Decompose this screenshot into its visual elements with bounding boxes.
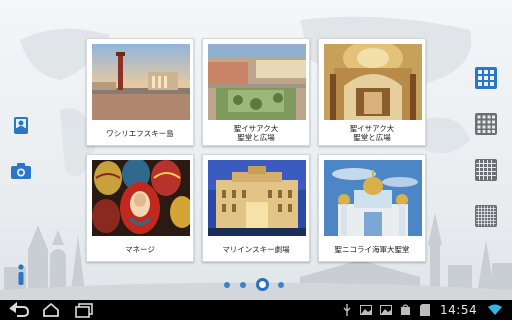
card-caption: 聖ニコライ海軍大聖堂 [334,244,410,254]
back-icon [9,301,30,317]
page-indicator [222,278,292,292]
wifi-icon [488,304,502,315]
page-dot-current[interactable] [256,278,269,291]
page-dot[interactable] [224,282,230,288]
photo-card[interactable]: 聖ニコライ海軍大聖堂 [318,154,426,262]
photo-card[interactable]: マネージ [86,154,194,262]
card-caption: マネージ [125,244,155,254]
clock: 14:54 [440,303,478,317]
square-aerial-photo [208,44,306,120]
usb-icon [343,304,351,316]
back-button[interactable] [8,301,30,318]
photo-card[interactable]: 聖イサアク大 聖堂と広場 [318,38,426,146]
image-icon [360,305,372,315]
photo-card[interactable]: 聖イサアク大 聖堂と広場 [202,38,310,146]
image-icon [380,305,392,315]
photo-card[interactable]: マリインスキー劇場 [202,154,310,262]
home-icon [43,302,59,317]
photo-album-button[interactable] [8,112,34,138]
grid-4x4-icon [475,159,497,181]
status-icons [342,304,434,316]
layout-5x5-button[interactable] [474,204,498,228]
card-caption: ワシリエフスキー島 [106,128,174,138]
theatre-night-photo [208,160,306,236]
photo-card[interactable]: ワシリエフスキー島 [86,38,194,146]
home-button[interactable] [42,302,60,318]
layout-4x4-button[interactable] [474,158,498,182]
grid-3x3-icon [475,113,497,135]
grid-2x2-icon [475,67,497,89]
card-caption: 聖イサアク大 聖堂と広場 [233,124,279,142]
photo-album-icon [14,117,28,134]
card-caption: マリインスキー劇場 [222,244,290,254]
system-bar: 14:54 [0,300,512,320]
info-button[interactable] [8,262,34,288]
page-dot[interactable] [278,282,284,288]
layout-3x3-button[interactable] [474,112,498,136]
recent-apps-button[interactable] [74,302,93,318]
info-icon [18,264,24,285]
grid-5x5-icon [475,205,497,227]
card-caption: 聖イサアク大 聖堂と広場 [349,124,395,142]
bag-icon [401,304,410,315]
painted-eggs-photo [92,160,190,236]
recent-apps-icon [75,303,93,318]
cathedral-interior-photo [324,44,422,120]
layout-2x2-button[interactable] [474,66,498,90]
rostral-column-photo [92,44,190,120]
camera-button[interactable] [8,158,34,184]
camera-icon [11,163,31,179]
photo-grid: ワシリエフスキー島 聖イサアク大 聖堂と広場 聖イサアク大 聖堂と広場 マネージ… [82,34,430,262]
page-dot[interactable] [240,282,246,288]
naval-cathedral-photo [324,160,422,236]
sd-card-icon [420,304,430,316]
